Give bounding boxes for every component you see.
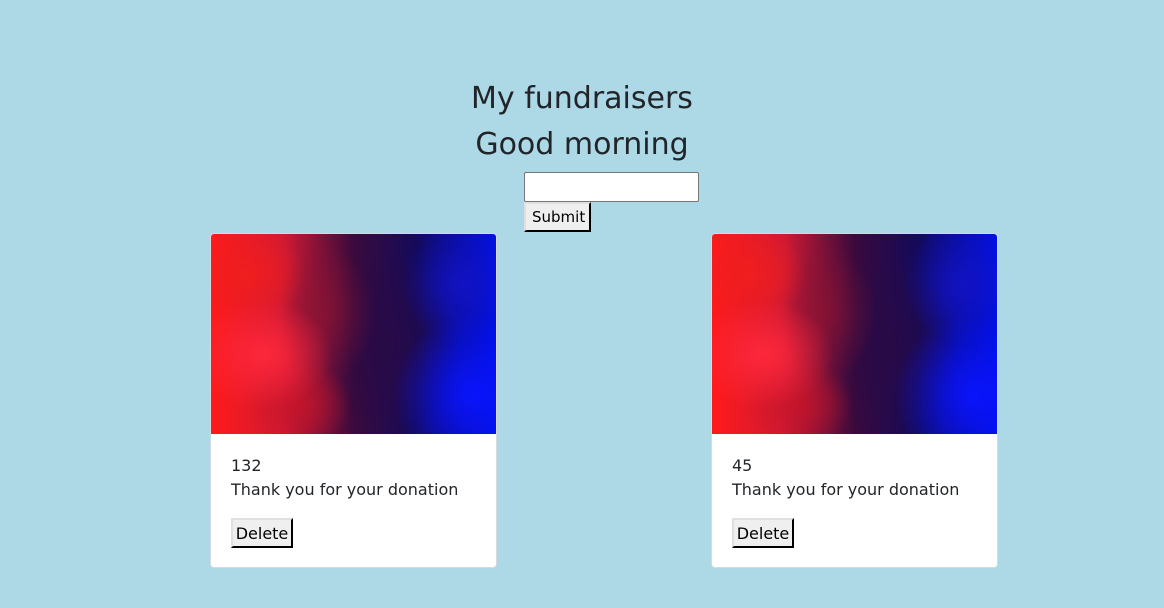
- page-title: My fundraisers: [471, 81, 693, 116]
- greeting-heading: Good morning: [475, 127, 689, 162]
- card-image: [211, 234, 496, 434]
- submit-button[interactable]: Submit: [524, 202, 591, 232]
- delete-button[interactable]: Delete: [732, 518, 794, 548]
- card-body: 132 Thank you for your donation Delete: [211, 434, 496, 548]
- fundraiser-input[interactable]: [524, 172, 699, 202]
- delete-button[interactable]: Delete: [231, 518, 293, 548]
- card-message: Thank you for your donation: [231, 480, 459, 499]
- card-body: 45 Thank you for your donation Delete: [712, 434, 997, 548]
- card-amount: 132: [231, 456, 262, 475]
- card-message: Thank you for your donation: [732, 480, 960, 499]
- fundraiser-form: Submit: [524, 172, 724, 232]
- card-image: [712, 234, 997, 434]
- card-amount: 45: [732, 456, 753, 475]
- fundraiser-card: 45 Thank you for your donation Delete: [711, 233, 998, 568]
- fundraiser-card: 132 Thank you for your donation Delete: [210, 233, 497, 568]
